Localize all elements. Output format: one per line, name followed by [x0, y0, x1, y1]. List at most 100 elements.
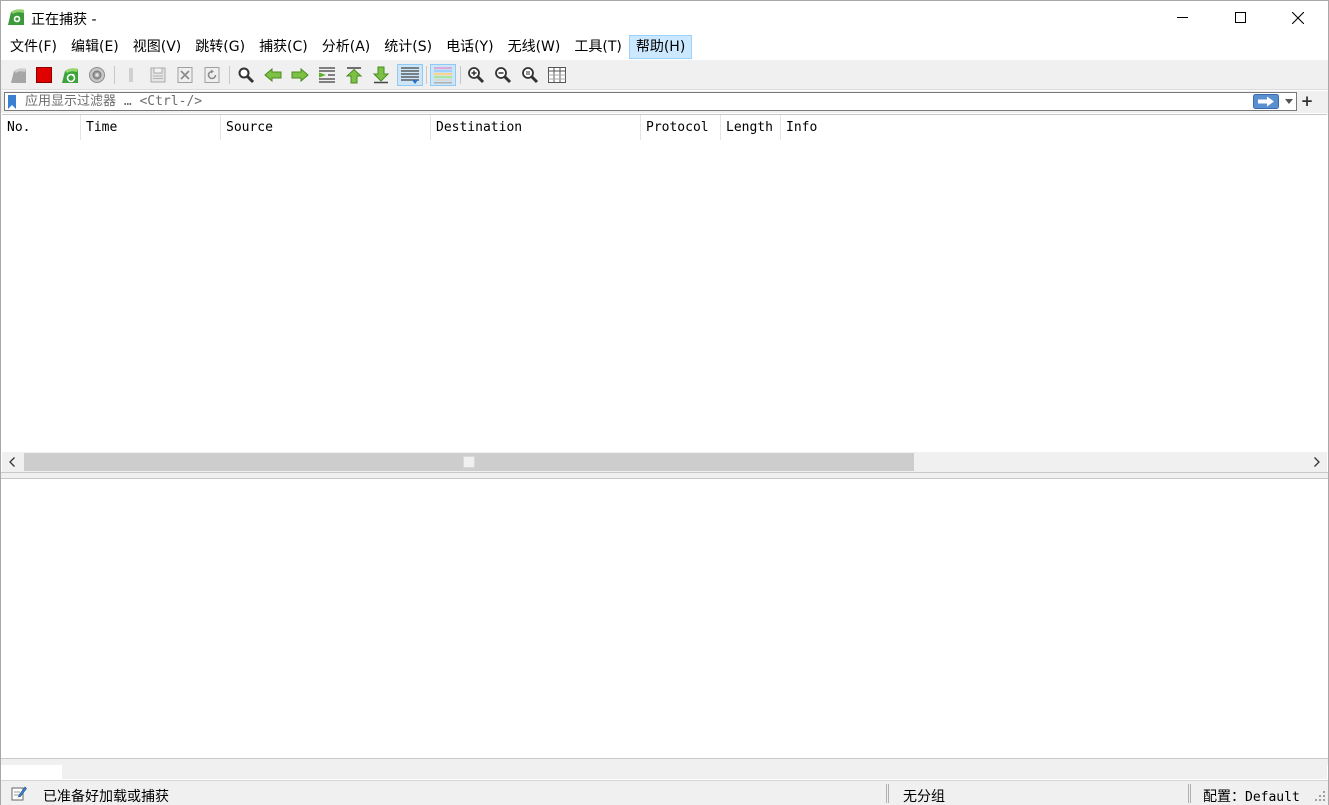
go-first-button[interactable] [343, 64, 365, 86]
packet-list-pane: No. Time Source Destination Protocol Len… [2, 114, 1327, 472]
go-to-packet-button[interactable] [316, 64, 338, 86]
scroll-left-button[interactable] [2, 452, 22, 472]
add-filter-button[interactable]: + [1300, 92, 1314, 111]
resize-grip-icon[interactable] [1314, 790, 1326, 802]
colorize-button[interactable] [430, 64, 456, 86]
menu-file[interactable]: 文件(F) [3, 35, 64, 59]
column-header-no[interactable]: No. [2, 115, 81, 140]
toolbar-separator [460, 66, 461, 84]
autoscroll-button[interactable] [397, 64, 423, 86]
main-toolbar [1, 60, 1328, 90]
scroll-right-button[interactable] [1307, 452, 1327, 472]
restart-capture-button[interactable] [59, 64, 81, 86]
stop-capture-button[interactable] [33, 64, 55, 86]
menu-edit[interactable]: 编辑(E) [64, 35, 126, 59]
display-filter-box [4, 92, 1297, 111]
column-header-source[interactable]: Source [221, 115, 431, 140]
reload-file-icon [204, 67, 220, 83]
go-last-icon [372, 66, 390, 84]
display-filter-bar: + [1, 91, 1328, 113]
colorize-icon [434, 67, 452, 84]
pane-splitter[interactable] [1, 472, 1328, 479]
column-header-length[interactable]: Length [721, 115, 781, 140]
menu-view[interactable]: 视图(V) [126, 35, 189, 59]
open-file-icon [129, 68, 133, 82]
go-back-icon [264, 67, 282, 83]
minimize-button[interactable] [1153, 1, 1211, 34]
edit-comment-icon[interactable] [11, 785, 27, 801]
packet-details-pane [2, 479, 1327, 758]
go-forward-icon [291, 67, 309, 83]
menu-capture[interactable]: 捕获(C) [252, 35, 315, 59]
packet-list-hscrollbar[interactable] [2, 452, 1327, 472]
maximize-icon [1234, 12, 1246, 23]
wireshark-logo-icon [8, 9, 24, 25]
zoom-normal-button[interactable] [519, 64, 541, 86]
restart-capture-icon [62, 68, 78, 83]
toolbar-separator [229, 66, 230, 84]
apply-filter-icon[interactable] [1253, 94, 1279, 109]
pane-splitter[interactable] [1, 758, 1328, 765]
menu-tools[interactable]: 工具(T) [567, 35, 628, 59]
menu-telephony[interactable]: 电话(Y) [439, 35, 500, 59]
zoom-in-button[interactable] [465, 64, 487, 86]
status-bar: 已准备好加载或捕获 无分组 配置：Default [1, 780, 1328, 805]
menu-go[interactable]: 跳转(G) [188, 35, 252, 59]
go-first-icon [345, 67, 363, 84]
maximize-button[interactable] [1211, 1, 1269, 34]
chevron-right-icon [1314, 457, 1320, 467]
start-capture-button[interactable] [7, 64, 29, 86]
menu-help[interactable]: 帮助(H) [628, 35, 693, 59]
packet-count-status: 无分组 [903, 789, 945, 805]
shark-fin-start-icon [11, 68, 26, 83]
menu-bar: 文件(F) 编辑(E) 视图(V) 跳转(G) 捕获(C) 分析(A) 统计(S… [1, 34, 1328, 60]
zoom-out-icon [495, 67, 512, 84]
profile-label: 配置： [1203, 789, 1245, 805]
open-file-button[interactable] [120, 64, 142, 86]
zoom-in-icon [468, 67, 485, 84]
find-packet-icon [238, 67, 255, 84]
title-bar: 正在捕获 - [1, 1, 1328, 34]
status-separator[interactable] [1188, 784, 1191, 803]
status-message: 已准备好加载或捕获 [43, 789, 169, 805]
find-packet-button[interactable] [235, 64, 257, 86]
column-header-time[interactable]: Time [81, 115, 221, 140]
profile-value: Default [1245, 790, 1300, 805]
close-button[interactable] [1269, 1, 1327, 34]
toolbar-separator [114, 66, 115, 84]
go-back-button[interactable] [262, 64, 284, 86]
go-last-button[interactable] [370, 64, 392, 86]
close-file-button[interactable] [174, 64, 196, 86]
packet-bytes-tab [2, 765, 62, 779]
resize-columns-button[interactable] [546, 64, 568, 86]
column-header-info[interactable]: Info [781, 115, 1327, 140]
profile-status[interactable]: 配置：Default [1203, 786, 1300, 805]
bookmark-icon[interactable] [7, 95, 17, 109]
toolbar-separator [426, 66, 427, 84]
save-file-button[interactable] [147, 64, 169, 86]
stop-capture-icon [36, 67, 52, 83]
go-forward-button[interactable] [289, 64, 311, 86]
column-header-destination[interactable]: Destination [431, 115, 641, 140]
autoscroll-icon [401, 67, 419, 84]
status-separator[interactable] [886, 784, 889, 803]
filter-history-dropdown[interactable] [1283, 94, 1295, 109]
zoom-out-button[interactable] [492, 64, 514, 86]
close-file-icon [177, 67, 193, 83]
column-header-protocol[interactable]: Protocol [641, 115, 721, 140]
menu-analyze[interactable]: 分析(A) [315, 35, 378, 59]
menu-statistics[interactable]: 统计(S) [377, 35, 439, 59]
minimize-icon [1176, 17, 1188, 18]
close-icon [1292, 11, 1304, 24]
reload-file-button[interactable] [201, 64, 223, 86]
chevron-down-icon [1285, 99, 1293, 104]
menu-wireless[interactable]: 无线(W) [501, 35, 568, 59]
scroll-thumb[interactable] [24, 453, 914, 471]
wireshark-window: 正在捕获 - 文件(F) 编辑(E) 视图(V) 跳转(G) 捕获(C) 分析(… [0, 0, 1329, 805]
capture-options-icon [89, 67, 105, 83]
window-title: 正在捕获 - [31, 12, 97, 28]
capture-options-button[interactable] [86, 64, 108, 86]
zoom-normal-icon [522, 67, 539, 84]
display-filter-input[interactable] [25, 93, 1225, 110]
packet-list-header: No. Time Source Destination Protocol Len… [2, 115, 1327, 140]
